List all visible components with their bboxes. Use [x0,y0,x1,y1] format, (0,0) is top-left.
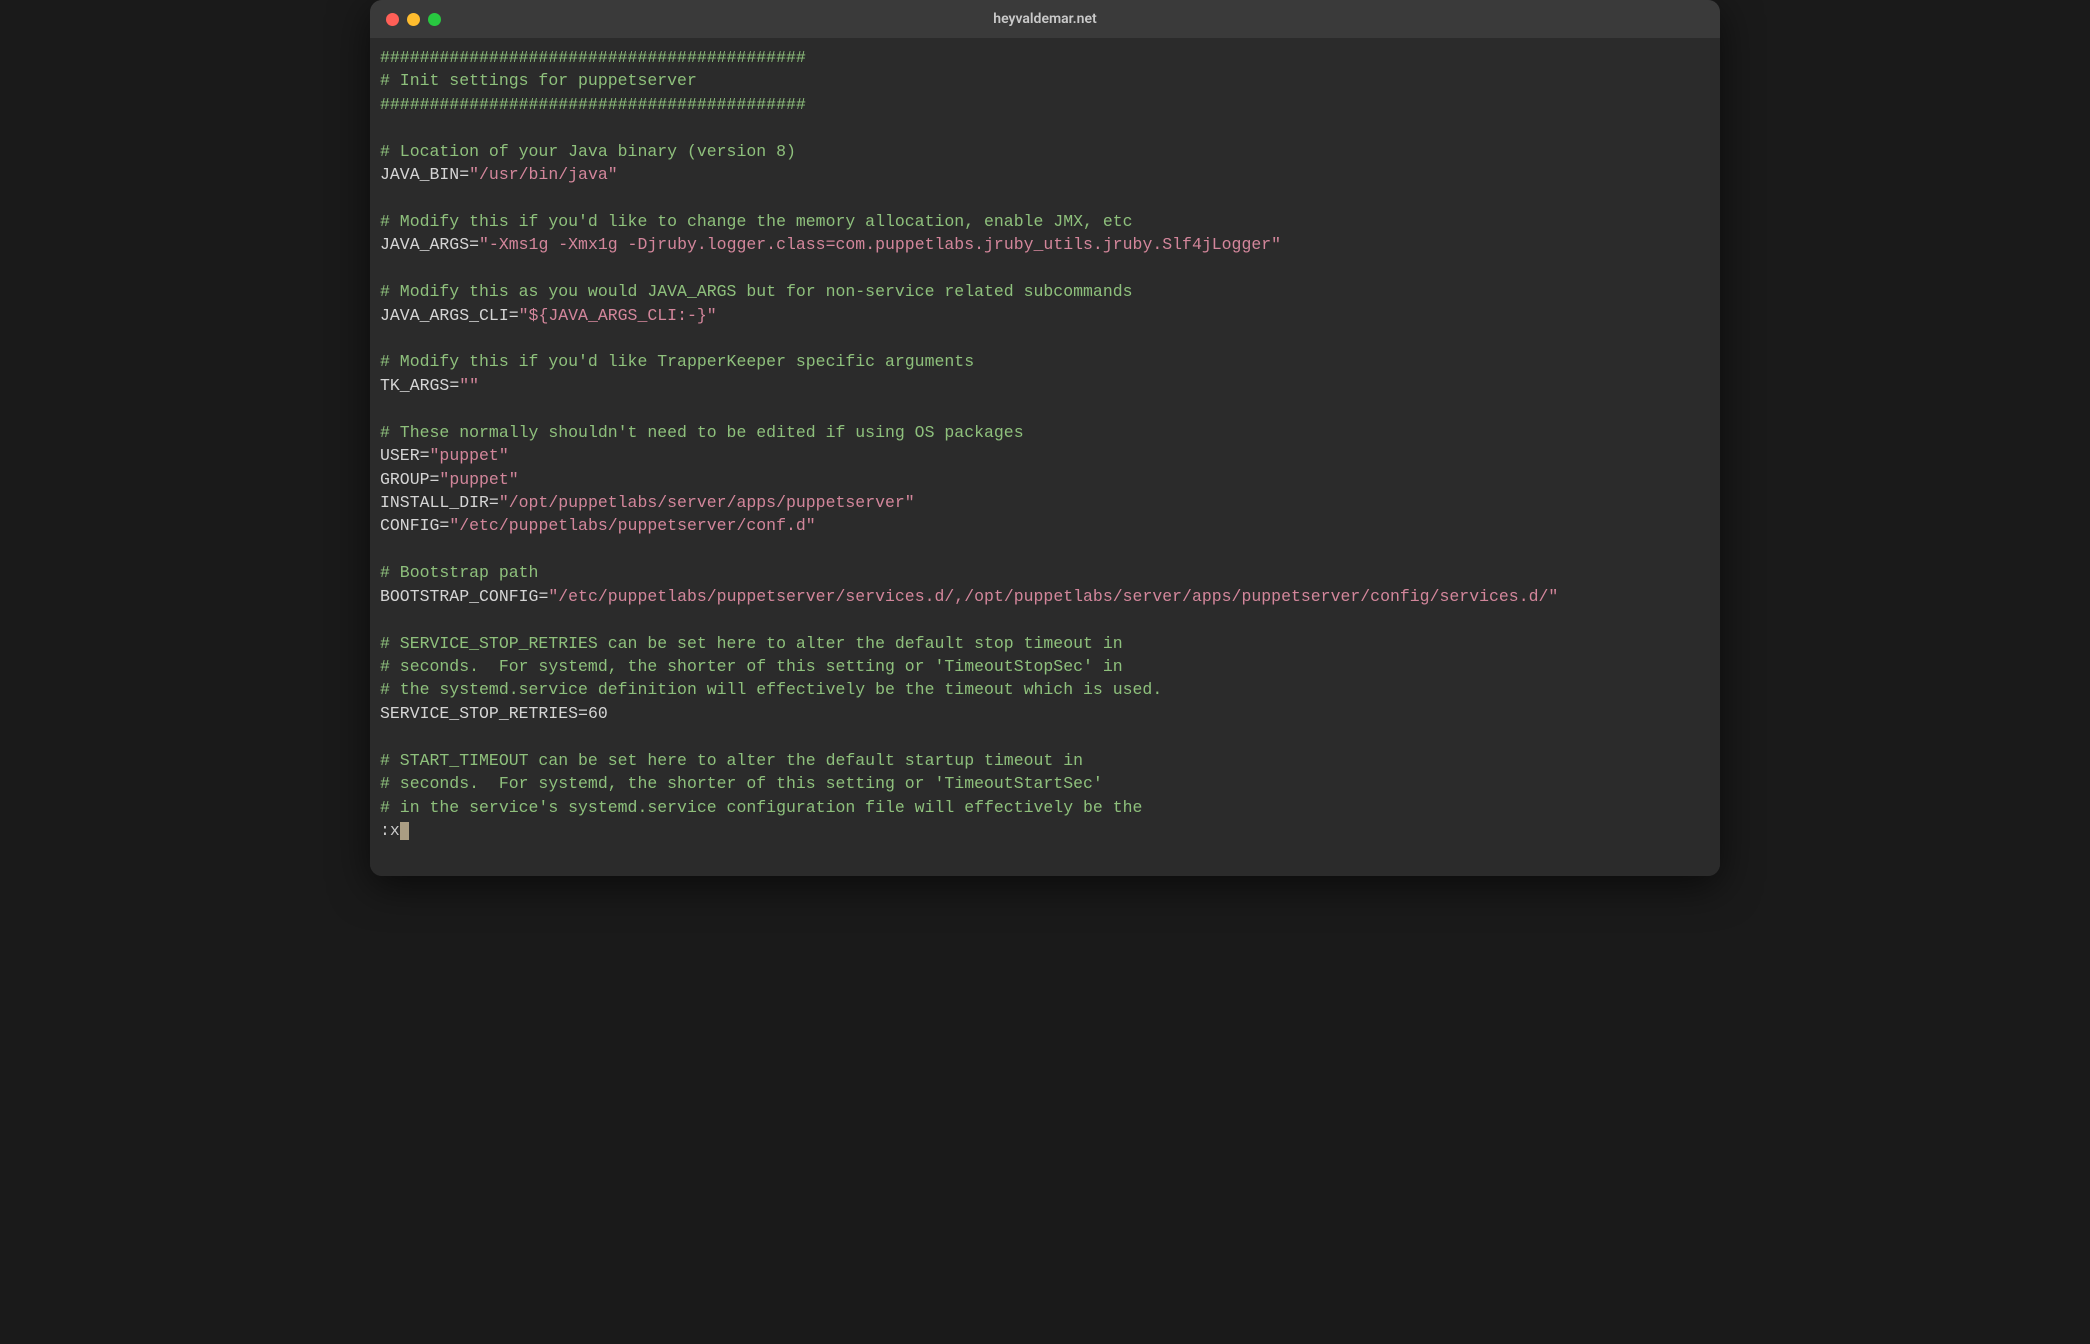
editor-line: ########################################… [380,93,1710,116]
editor-line: INSTALL_DIR="/opt/puppetlabs/server/apps… [380,491,1710,514]
cursor-icon [400,822,409,840]
editor-line: # Bootstrap path [380,561,1710,584]
editor-line: # SERVICE_STOP_RETRIES can be set here t… [380,632,1710,655]
editor-line: JAVA_ARGS="-Xms1g -Xmx1g -Djruby.logger.… [380,233,1710,256]
minimize-icon[interactable] [407,13,420,26]
editor-line: # Modify this if you'd like TrapperKeepe… [380,350,1710,373]
editor-line: # Location of your Java binary (version … [380,140,1710,163]
editor-line: # START_TIMEOUT can be set here to alter… [380,749,1710,772]
editor-line: USER="puppet" [380,444,1710,467]
window-controls [370,13,441,26]
editor-line: # seconds. For systemd, the shorter of t… [380,772,1710,795]
editor-line: BOOTSTRAP_CONFIG="/etc/puppetlabs/puppet… [380,585,1710,608]
editor-line: # the systemd.service definition will ef… [380,678,1710,701]
editor-line: # in the service's systemd.service confi… [380,796,1710,819]
editor-line: SERVICE_STOP_RETRIES=60 [380,702,1710,725]
editor-line: TK_ARGS="" [380,374,1710,397]
editor-line: # Modify this as you would JAVA_ARGS but… [380,280,1710,303]
window-title: heyvaldemar.net [370,11,1720,27]
editor-line: # seconds. For systemd, the shorter of t… [380,655,1710,678]
editor-line: # Init settings for puppetserver [380,69,1710,92]
vim-command-text: :x [380,819,400,842]
editor-line: ########################################… [380,46,1710,69]
terminal-viewport[interactable]: ########################################… [370,38,1720,876]
editor-line [380,327,1710,350]
editor-line: GROUP="puppet" [380,468,1710,491]
editor-line: # These normally shouldn't need to be ed… [380,421,1710,444]
title-bar: heyvaldemar.net [370,0,1720,38]
editor-line: JAVA_BIN="/usr/bin/java" [380,163,1710,186]
editor-line: # Modify this if you'd like to change th… [380,210,1710,233]
editor-line [380,725,1710,748]
editor-line [380,257,1710,280]
editor-line [380,187,1710,210]
editor-line [380,397,1710,420]
editor-line [380,608,1710,631]
editor-line: CONFIG="/etc/puppetlabs/puppetserver/con… [380,514,1710,537]
zoom-icon[interactable] [428,13,441,26]
editor-line [380,538,1710,561]
terminal-window: heyvaldemar.net ########################… [370,0,1720,876]
vim-command-line[interactable]: :x [380,819,1710,842]
close-icon[interactable] [386,13,399,26]
editor-line: JAVA_ARGS_CLI="${JAVA_ARGS_CLI:-}" [380,304,1710,327]
editor-line [380,116,1710,139]
